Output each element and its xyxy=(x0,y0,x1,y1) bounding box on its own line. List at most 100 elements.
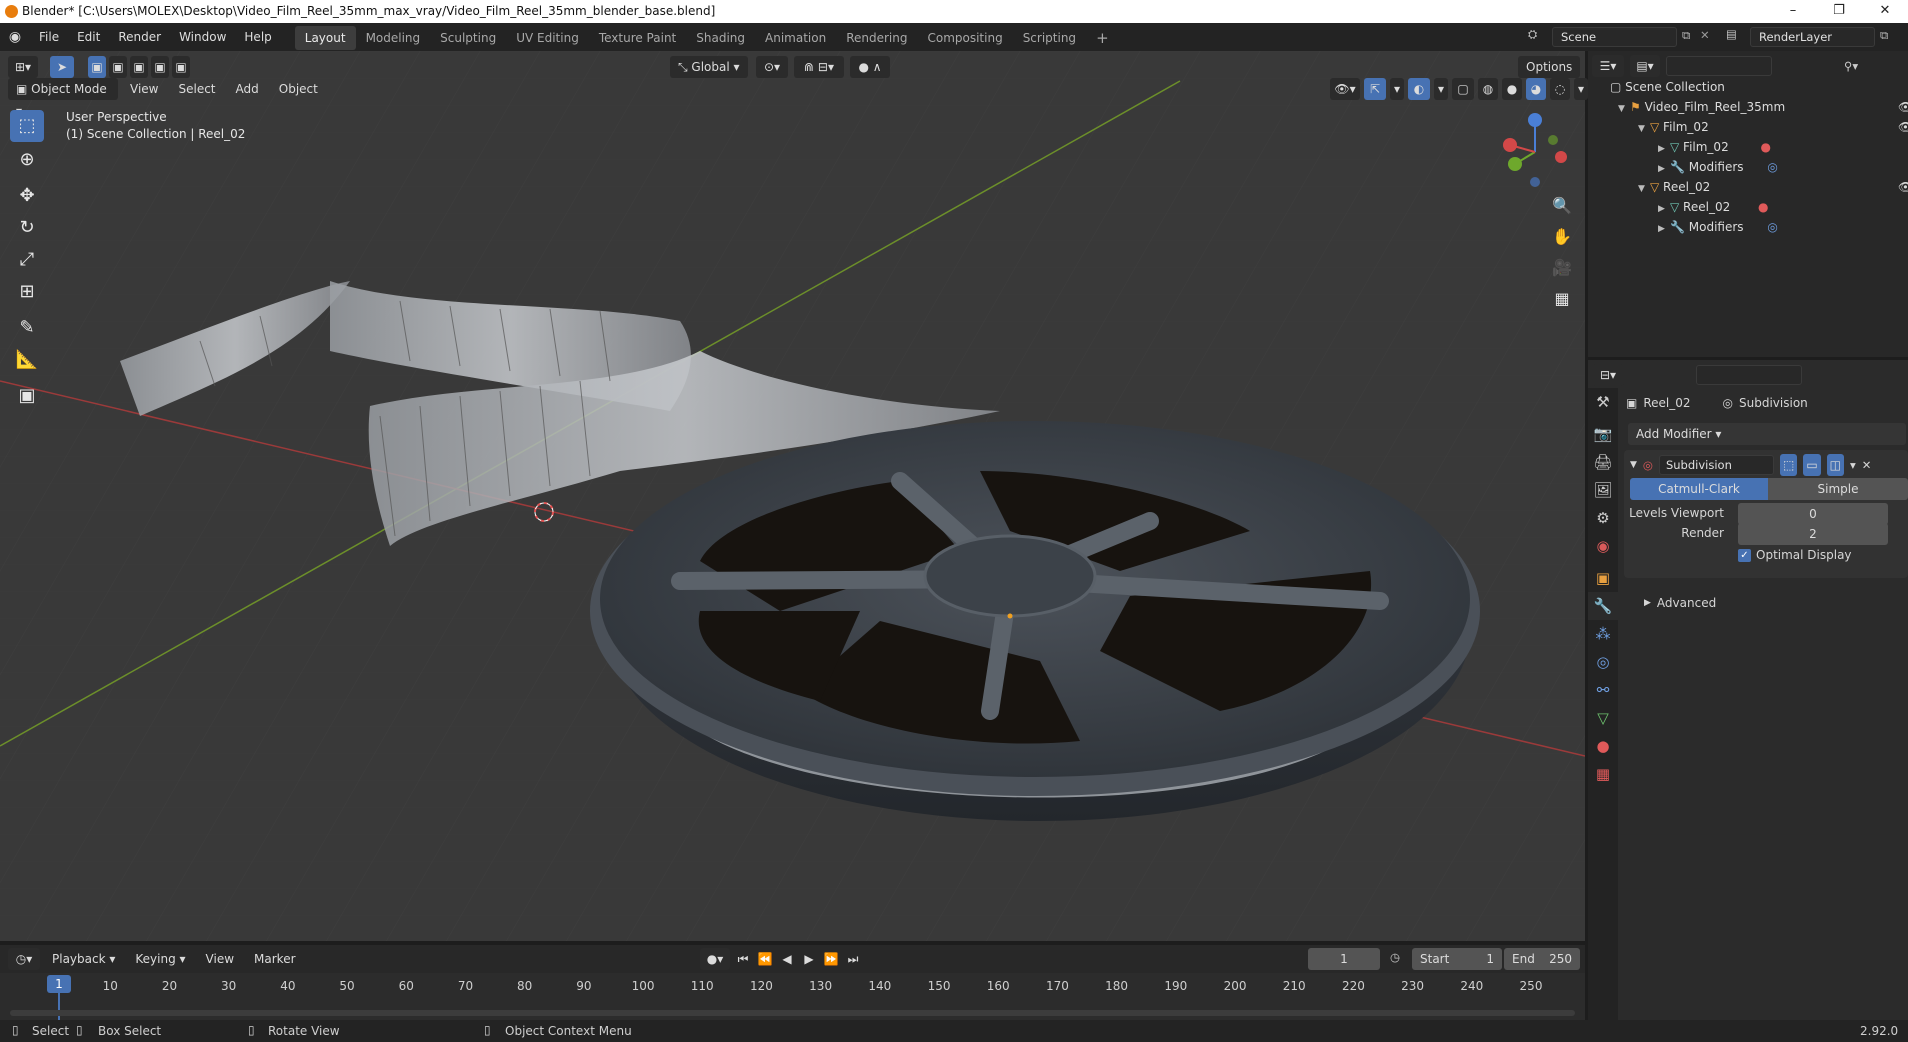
outliner-item-collection[interactable]: ▼ ⚑ Video_Film_Reel_35mm xyxy=(1618,97,1785,117)
tab-compositing[interactable]: Compositing xyxy=(917,26,1012,50)
simple-button[interactable]: Simple xyxy=(1768,478,1908,500)
navigation-gizmo[interactable] xyxy=(1495,110,1575,190)
options-dropdown[interactable]: Options xyxy=(1518,56,1580,78)
menu-help[interactable]: Help xyxy=(235,23,280,51)
proportional-edit-icon[interactable]: ● ∧ xyxy=(850,56,890,78)
collapse-icon[interactable]: ▼ xyxy=(1630,460,1637,470)
tab-rendering[interactable]: Rendering xyxy=(836,26,917,50)
3d-viewport[interactable] xyxy=(0,51,1585,941)
timeline-editor-icon[interactable]: ◷▾ xyxy=(8,948,40,970)
menu-view[interactable]: View xyxy=(122,78,166,100)
optimal-display-row[interactable]: ✓ Optimal Display xyxy=(1738,548,1852,562)
mode-dropdown[interactable]: ▣ Object Mode ▾ xyxy=(8,78,118,118)
editor-type-button[interactable]: ⊞▾ xyxy=(8,56,38,78)
close-window-button[interactable]: ✕ xyxy=(1862,0,1908,23)
select-invert-icon[interactable]: ▣ xyxy=(151,56,169,78)
visibility-eye-icon[interactable]: 👁 xyxy=(1898,180,1908,194)
scene-selector[interactable]: Scene xyxy=(1552,27,1677,47)
tab-animation[interactable]: Animation xyxy=(755,26,836,50)
display-mode-icon[interactable]: ▤▾ xyxy=(1630,55,1660,77)
measure-tool-icon[interactable]: 📐 xyxy=(10,344,44,376)
render-tab-icon[interactable]: 📷 xyxy=(1588,420,1618,448)
outliner-item-reel-modifiers[interactable]: ▶ 🔧 Modifiers ◎ xyxy=(1658,217,1778,237)
add-cube-tool-icon[interactable]: ▣ xyxy=(10,380,44,412)
filter-icon[interactable]: ⚲▾ xyxy=(1844,59,1858,73)
minimize-button[interactable]: – xyxy=(1770,0,1816,23)
perspective-toggle-icon[interactable]: ▦ xyxy=(1548,285,1576,313)
zoom-icon[interactable]: 🔍 xyxy=(1548,192,1576,220)
menu-playback[interactable]: Playback ▾ xyxy=(44,948,123,970)
menu-add[interactable]: Add xyxy=(228,78,267,100)
visibility-icon[interactable]: 👁▾ xyxy=(1330,78,1360,100)
visibility-eye-icon[interactable]: 👁 xyxy=(1898,120,1908,134)
play-reverse-icon[interactable]: ◀ xyxy=(778,948,796,970)
wireframe-shading-icon[interactable]: ◍ xyxy=(1478,78,1498,100)
add-workspace-icon[interactable]: + xyxy=(1086,26,1119,50)
render-toggle-icon[interactable]: ◫ xyxy=(1826,454,1844,476)
modifier-menu-icon[interactable]: ▾ xyxy=(1850,458,1856,472)
menu-timeline-view[interactable]: View xyxy=(198,948,242,970)
gizmo-icon[interactable]: ⇱ xyxy=(1364,78,1386,100)
modifier-tab-icon[interactable]: 🔧 xyxy=(1588,592,1618,620)
start-frame-field[interactable]: Start 1 xyxy=(1412,948,1502,970)
menu-render[interactable]: Render xyxy=(109,23,170,51)
tab-sculpting[interactable]: Sculpting xyxy=(430,26,506,50)
particles-tab-icon[interactable]: ⁂ xyxy=(1588,620,1618,648)
menu-marker[interactable]: Marker xyxy=(246,948,303,970)
jump-keyframe-forward-icon[interactable]: ⏩ xyxy=(822,948,840,970)
outliner-item-film-object[interactable]: ▼ ▽ Film_02 xyxy=(1638,117,1709,137)
pivot-point-icon[interactable]: ⊙▾ xyxy=(756,56,788,78)
rendered-shading-icon[interactable]: ◌ xyxy=(1550,78,1570,100)
tab-texture-paint[interactable]: Texture Paint xyxy=(589,26,686,50)
jump-end-icon[interactable]: ⏭ xyxy=(844,948,862,970)
snap-icon[interactable]: ⋒ ⊟▾ xyxy=(794,56,844,78)
shading-dropdown-icon[interactable]: ▾ xyxy=(1574,78,1588,100)
end-frame-field[interactable]: End 250 xyxy=(1504,948,1580,970)
cursor-tool-icon[interactable]: ⊕ xyxy=(10,144,44,176)
select-new-icon[interactable]: ▣ xyxy=(88,56,106,78)
catmull-clark-button[interactable]: Catmull-Clark xyxy=(1630,478,1768,500)
outliner-root[interactable]: ▢ Scene Collection xyxy=(1610,77,1725,97)
object-tab-icon[interactable]: ▣ xyxy=(1588,564,1618,592)
scale-tool-icon[interactable]: ⤢ xyxy=(10,244,44,276)
scene-tab-icon[interactable]: ⚙ xyxy=(1588,504,1618,532)
constraints-tab-icon[interactable]: ⚯ xyxy=(1588,676,1618,704)
delete-scene-icon[interactable]: ✕ xyxy=(1700,28,1710,42)
menu-select[interactable]: Select xyxy=(170,78,223,100)
optimal-display-checkbox[interactable]: ✓ xyxy=(1738,548,1751,562)
gizmo-dropdown-icon[interactable]: ▾ xyxy=(1390,78,1404,100)
physics-tab-icon[interactable]: ◎ xyxy=(1588,648,1618,676)
outliner-item-reel-mesh[interactable]: ▶ ▽ Reel_02 ● xyxy=(1658,197,1769,217)
view-layer-tab-icon[interactable]: 🖼 xyxy=(1588,476,1618,504)
overlays-icon[interactable]: ◐ xyxy=(1408,78,1430,100)
levels-viewport-field[interactable]: 0 xyxy=(1738,503,1888,525)
current-frame-field[interactable]: 1 xyxy=(1308,948,1380,970)
tab-modeling[interactable]: Modeling xyxy=(356,26,431,50)
jump-start-icon[interactable]: ⏮ xyxy=(734,948,752,970)
menu-file[interactable]: File xyxy=(30,23,68,51)
play-icon[interactable]: ▶ xyxy=(800,948,818,970)
tool-tab-icon[interactable]: ⚒ xyxy=(1588,388,1618,416)
pan-hand-icon[interactable]: ✋ xyxy=(1548,223,1576,251)
material-shading-icon[interactable]: ◕ xyxy=(1526,78,1546,100)
preview-range-icon[interactable]: ◷ xyxy=(1390,950,1400,964)
modifier-name-field[interactable]: Subdivision xyxy=(1658,455,1774,475)
restore-button[interactable]: ❐ xyxy=(1816,0,1862,23)
menu-edit[interactable]: Edit xyxy=(68,23,109,51)
viewport-toggle-icon[interactable]: ▭ xyxy=(1803,454,1821,476)
tab-uv-editing[interactable]: UV Editing xyxy=(506,26,589,50)
move-tool-icon[interactable]: ✥ xyxy=(10,180,44,212)
outliner-item-reel-object[interactable]: ▼ ▽ Reel_02 xyxy=(1638,177,1710,197)
auto-keying-icon[interactable]: ●▾ xyxy=(700,948,730,970)
material-tab-icon[interactable]: ● xyxy=(1588,732,1618,760)
tab-shading[interactable]: Shading xyxy=(686,26,755,50)
menu-keying[interactable]: Keying ▾ xyxy=(127,948,193,970)
tab-scripting[interactable]: Scripting xyxy=(1013,26,1086,50)
menu-object[interactable]: Object xyxy=(271,78,326,100)
select-box-tool-icon[interactable]: ⬚ xyxy=(10,110,44,142)
visibility-eye-icon[interactable]: 👁 xyxy=(1898,100,1908,114)
world-tab-icon[interactable]: ◉ xyxy=(1588,532,1618,560)
timeline-scrollbar[interactable] xyxy=(10,1010,1575,1016)
rotate-tool-icon[interactable]: ↻ xyxy=(10,212,44,244)
select-subtract-icon[interactable]: ▣ xyxy=(130,56,148,78)
